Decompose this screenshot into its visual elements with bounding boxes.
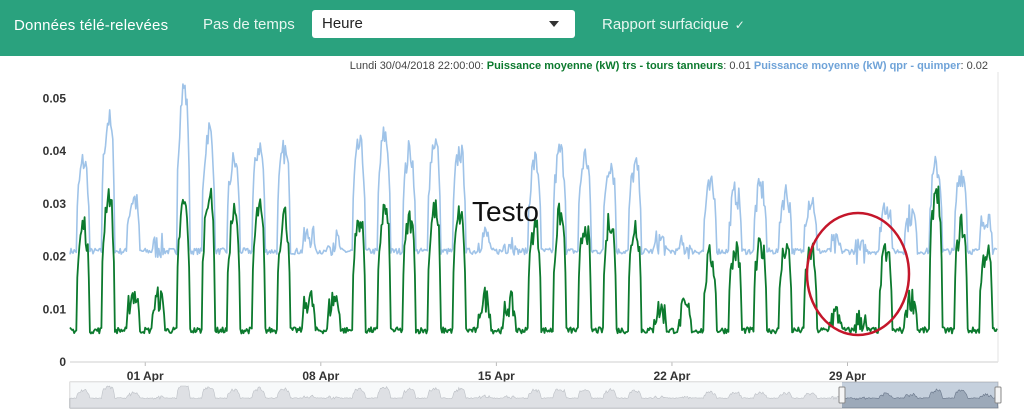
x-tick-label: 29 Apr <box>829 369 866 383</box>
chart-legend: Lundi 30/04/2018 22:00:00: Puissance moy… <box>350 60 988 72</box>
timestep-select[interactable]: Heure <box>312 10 575 38</box>
navigator-mask <box>70 382 842 408</box>
legend-series1-value: : 0.01 <box>723 60 754 72</box>
x-tick-label: 15 Apr <box>478 369 515 383</box>
legend-date: Lundi 30/04/2018 22:00:00: <box>350 60 487 72</box>
y-tick-label: 0 <box>59 355 66 369</box>
overlay-text: Testo <box>472 196 539 227</box>
timestep-select-value: Heure <box>322 15 363 32</box>
y-tick-label: 0.03 <box>43 197 67 211</box>
x-tick-label: 22 Apr <box>653 369 690 383</box>
timestep-label: Pas de temps <box>203 16 295 33</box>
check-icon: ✓ <box>734 18 745 32</box>
chevron-down-icon <box>549 21 559 27</box>
legend-series1-label: Puissance moyenne (kW) trs - tours tanne… <box>487 60 724 72</box>
legend-series2-value: : 0.02 <box>960 60 988 72</box>
y-tick-label: 0.05 <box>43 91 67 105</box>
y-tick-label: 0.01 <box>43 302 67 316</box>
legend-series2-label: Puissance moyenne (kW) qpr - quimper <box>754 60 961 72</box>
surface-report-label: Rapport surfacique <box>602 16 729 33</box>
app-title: Données télé-relevées <box>14 17 169 34</box>
navigator-selected-range[interactable] <box>842 382 998 408</box>
x-tick-label: 01 Apr <box>127 369 164 383</box>
navigator-right-handle[interactable] <box>994 386 1002 404</box>
surface-report-link[interactable]: Rapport surfacique ✓ <box>602 16 745 33</box>
navigator-left-handle[interactable] <box>838 386 846 404</box>
power-chart[interactable]: Lundi 30/04/2018 22:00:00: Puissance moy… <box>0 56 1024 420</box>
x-tick-label: 08 Apr <box>302 369 339 383</box>
y-tick-label: 0.02 <box>43 250 67 264</box>
y-axis: 0 0.01 0.02 0.03 0.04 0.05 <box>43 91 67 369</box>
y-tick-label: 0.04 <box>43 144 67 158</box>
range-navigator[interactable] <box>69 381 1002 409</box>
chart-area[interactable]: Lundi 30/04/2018 22:00:00: Puissance moy… <box>0 56 1024 420</box>
header-bar: Données télé-relevées Pas de temps Heure… <box>0 0 1024 56</box>
x-axis: 01 Apr 08 Apr 15 Apr 22 Apr 29 Apr <box>127 362 866 383</box>
